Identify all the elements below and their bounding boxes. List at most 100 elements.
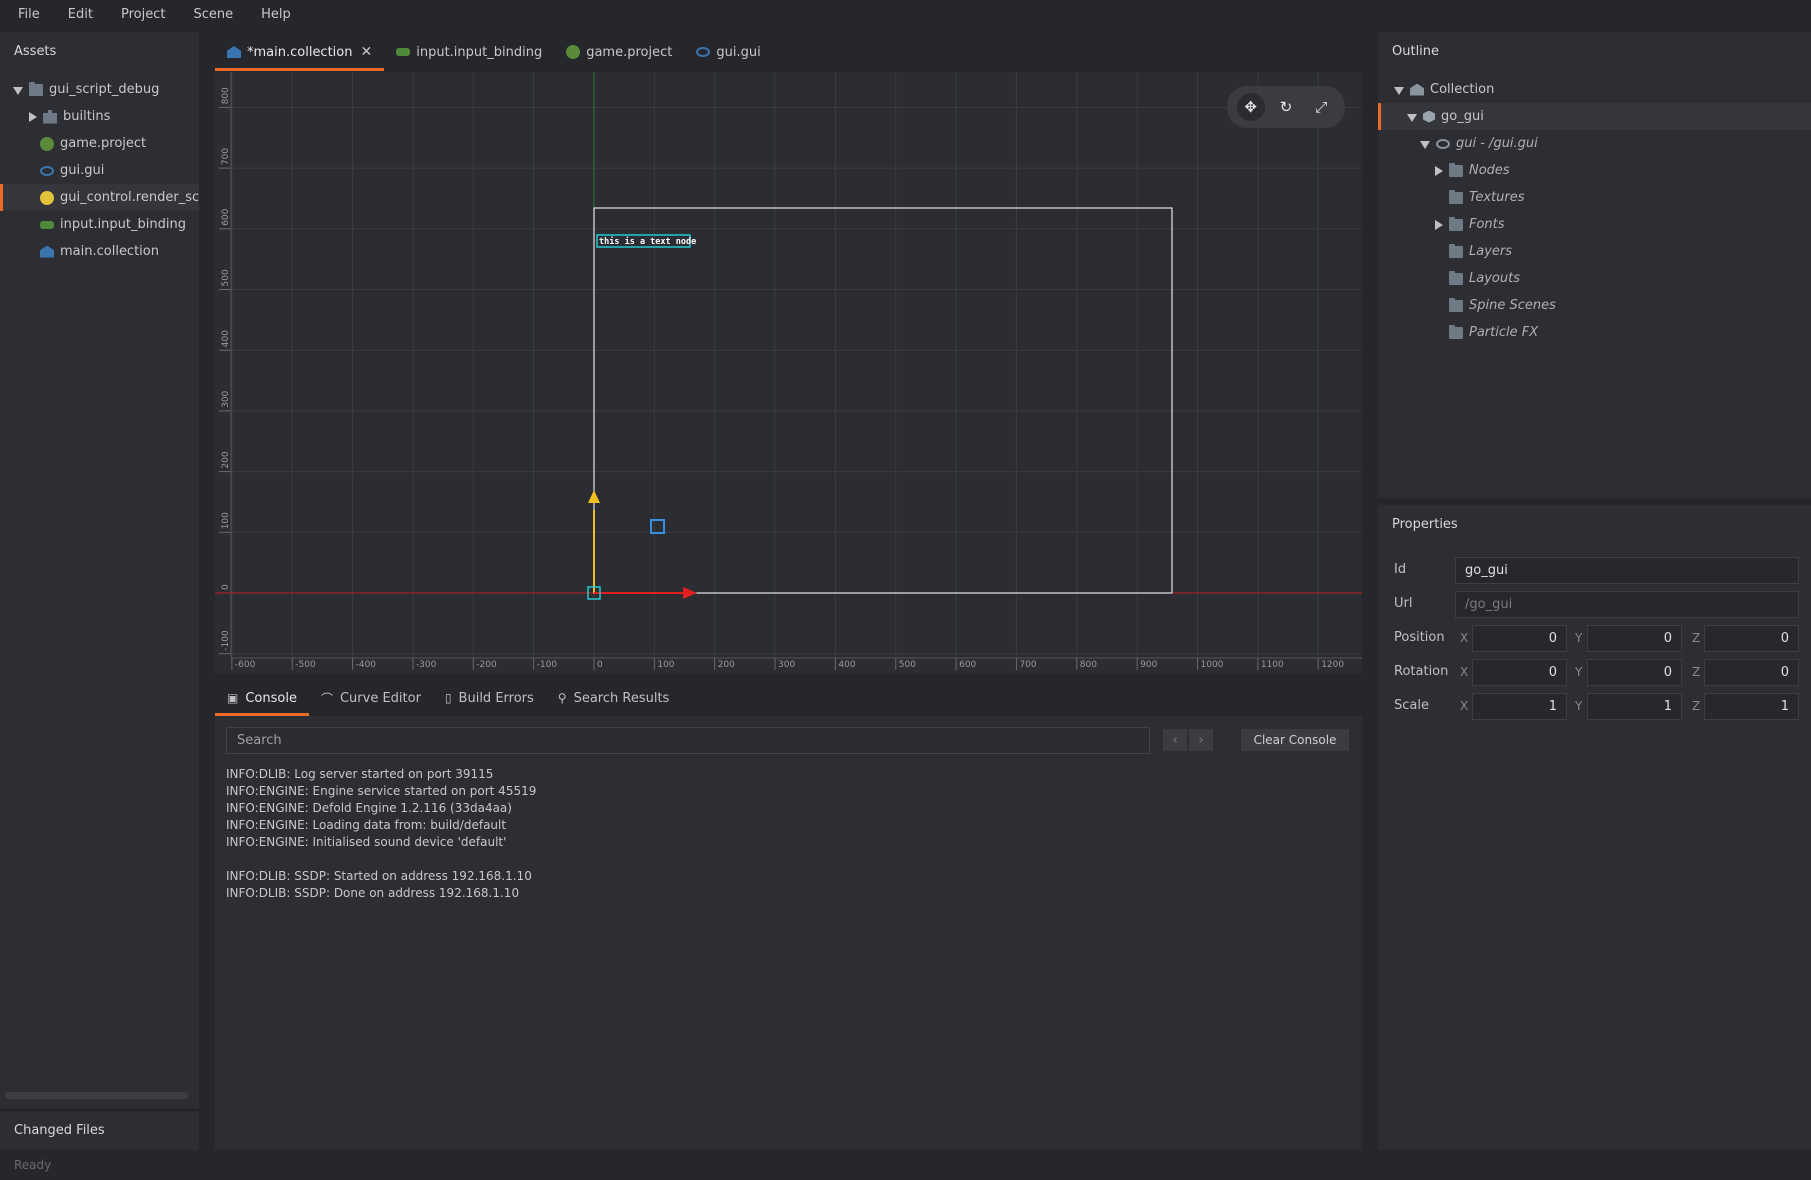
id-field[interactable]: go_gui — [1455, 557, 1799, 584]
tab-main-collection[interactable]: *main.collection ✕ — [215, 32, 385, 72]
expand-arrow-icon[interactable] — [1420, 139, 1430, 149]
scene-canvas[interactable]: -600 -500 -400 -300 -200 -100 0 100 200 300 400 500… — [215, 72, 1362, 674]
properties-title: Properties — [1392, 517, 1458, 532]
outline-label: Textures — [1469, 190, 1525, 205]
assets-horizontal-scrollbar[interactable] — [5, 1092, 188, 1099]
gizmo-x-arrow-icon[interactable] — [683, 587, 697, 599]
menu-scene[interactable]: Scene — [179, 0, 247, 30]
scale-z-field[interactable]: 1 — [1704, 693, 1799, 720]
outline-label: Collection — [1430, 82, 1495, 97]
log-line: INFO:ENGINE: Engine service started on p… — [226, 784, 537, 798]
menu-help[interactable]: Help — [247, 0, 305, 30]
tab-input-binding[interactable]: input.input_binding — [384, 32, 554, 72]
tab-gui-gui[interactable]: gui.gui — [684, 32, 772, 72]
menu-project[interactable]: Project — [107, 0, 179, 30]
collapse-arrow-icon[interactable] — [1433, 165, 1443, 176]
scale-tool-button[interactable]: ⤢ — [1307, 93, 1335, 121]
tab-label: *main.collection — [247, 44, 353, 60]
expand-arrow-icon[interactable] — [13, 85, 23, 95]
text-node-label[interactable]: this is a text node — [599, 236, 696, 247]
x-ruler-label: 1000 — [1201, 660, 1224, 670]
tab-curve-editor[interactable]: ⌒ Curve Editor — [309, 680, 433, 716]
game-object-icon — [1423, 110, 1435, 123]
outline-item-collection[interactable]: Collection — [1378, 76, 1811, 103]
position-y-field[interactable]: 0 — [1587, 625, 1682, 652]
outline-item-fonts[interactable]: Fonts — [1378, 211, 1811, 238]
x-ruler-label: 600 — [959, 660, 976, 670]
y-ruler-label: 700 — [221, 148, 231, 165]
axis-x-label: X — [1460, 699, 1469, 713]
tab-search-results[interactable]: ⚲ Search Results — [546, 680, 682, 716]
chevron-left-icon: ‹ — [1172, 732, 1178, 748]
outline-item-nodes[interactable]: Nodes — [1378, 157, 1811, 184]
tab-console[interactable]: ▣ Console — [215, 680, 309, 716]
next-match-button[interactable]: › — [1189, 729, 1213, 751]
url-field: /go_gui — [1455, 591, 1799, 618]
outline-item-spine-scenes[interactable]: Spine Scenes — [1378, 292, 1811, 319]
x-ruler-label: -500 — [295, 660, 316, 670]
log-line: INFO:DLIB: SSDP: Done on address 192.168… — [226, 886, 520, 900]
rulers: -600 -500 -400 -300 -200 -100 0 100 200 300 400 500… — [219, 72, 1362, 670]
folder-icon — [1449, 297, 1463, 312]
y-ruler-label: 200 — [221, 451, 231, 468]
rotate-tool-button[interactable]: ↻ — [1272, 93, 1300, 121]
axis-z-label: Z — [1692, 631, 1701, 645]
gizmo-y-arrow-icon[interactable] — [588, 490, 600, 503]
scene-viewport[interactable]: -600 -500 -400 -300 -200 -100 0 100 200 300 400 500… — [215, 72, 1362, 674]
gui-bounds-rect[interactable] — [593, 207, 1173, 594]
position-label: Position — [1394, 630, 1445, 645]
scale-x-field[interactable]: 1 — [1472, 693, 1567, 720]
close-icon[interactable]: ✕ — [361, 44, 373, 60]
position-x-field[interactable]: 0 — [1472, 625, 1567, 652]
scale-y-field[interactable]: 1 — [1587, 693, 1682, 720]
expand-arrow-icon[interactable] — [1394, 85, 1404, 95]
x-ruler-label: -100 — [537, 660, 558, 670]
console-panel: Search ‹ › Clear Console INFO:DLIB: Log … — [215, 716, 1362, 1150]
axis-y-label: Y — [1575, 631, 1583, 645]
asset-item-gui-gui[interactable]: gui.gui — [0, 157, 199, 184]
rotation-x-field[interactable]: 0 — [1472, 659, 1567, 686]
previous-match-button[interactable]: ‹ — [1163, 729, 1187, 751]
outline-item-go-gui[interactable]: go_gui — [1378, 103, 1811, 130]
outline-item-layouts[interactable]: Layouts — [1378, 265, 1811, 292]
tab-build-errors[interactable]: ▯ Build Errors — [433, 680, 546, 716]
expand-arrow-icon[interactable] — [1407, 112, 1417, 122]
console-log: INFO:DLIB: Log server started on port 39… — [226, 766, 536, 902]
console-search-input[interactable]: Search — [226, 727, 1150, 754]
folder-icon — [29, 81, 43, 96]
outline-label: gui - /gui.gui — [1456, 136, 1538, 151]
scale-label: Scale — [1394, 698, 1429, 713]
asset-item-main-collection[interactable]: main.collection — [0, 238, 199, 265]
outline-item-layers[interactable]: Layers — [1378, 238, 1811, 265]
menu-file[interactable]: File — [0, 0, 54, 30]
outline-item-particle-fx[interactable]: Particle FX — [1378, 319, 1811, 346]
folder-icon — [1449, 270, 1463, 285]
folder-icon — [1449, 324, 1463, 339]
collapse-arrow-icon[interactable] — [27, 111, 37, 122]
puzzle-icon — [43, 109, 57, 124]
changed-files-panel[interactable]: Changed Files — [0, 1110, 199, 1150]
y-ruler-label: -100 — [221, 630, 231, 651]
gizmo-xy-plane-handle[interactable] — [650, 519, 665, 534]
axis-x-label: X — [1460, 631, 1469, 645]
outline-item-textures[interactable]: Textures — [1378, 184, 1811, 211]
collapse-arrow-icon[interactable] — [1433, 219, 1443, 230]
y-ruler-label: 100 — [221, 512, 231, 529]
menu-bar: File Edit Project Scene Help — [0, 0, 1811, 30]
menu-edit[interactable]: Edit — [54, 0, 107, 30]
tab-game-project[interactable]: game.project — [554, 32, 684, 72]
position-z-field[interactable]: 0 — [1704, 625, 1799, 652]
asset-item-input-binding[interactable]: input.input_binding — [0, 211, 199, 238]
errors-icon: ▯ — [444, 691, 452, 705]
asset-item-gui-script-debug[interactable]: gui_script_debug — [0, 76, 199, 103]
rotation-z-field[interactable]: 0 — [1704, 659, 1799, 686]
asset-item-builtins[interactable]: builtins — [0, 103, 199, 130]
move-tool-button[interactable]: ✥ — [1236, 93, 1265, 121]
asset-item-render-script[interactable]: gui_control.render_script — [0, 184, 199, 211]
outline-item-gui-component[interactable]: gui - /gui.gui — [1378, 130, 1811, 157]
tab-label: Console — [245, 690, 297, 706]
asset-item-game-project[interactable]: game.project — [0, 130, 199, 157]
clear-console-button[interactable]: Clear Console — [1241, 729, 1349, 751]
rotation-y-field[interactable]: 0 — [1587, 659, 1682, 686]
asset-label: main.collection — [60, 244, 159, 259]
